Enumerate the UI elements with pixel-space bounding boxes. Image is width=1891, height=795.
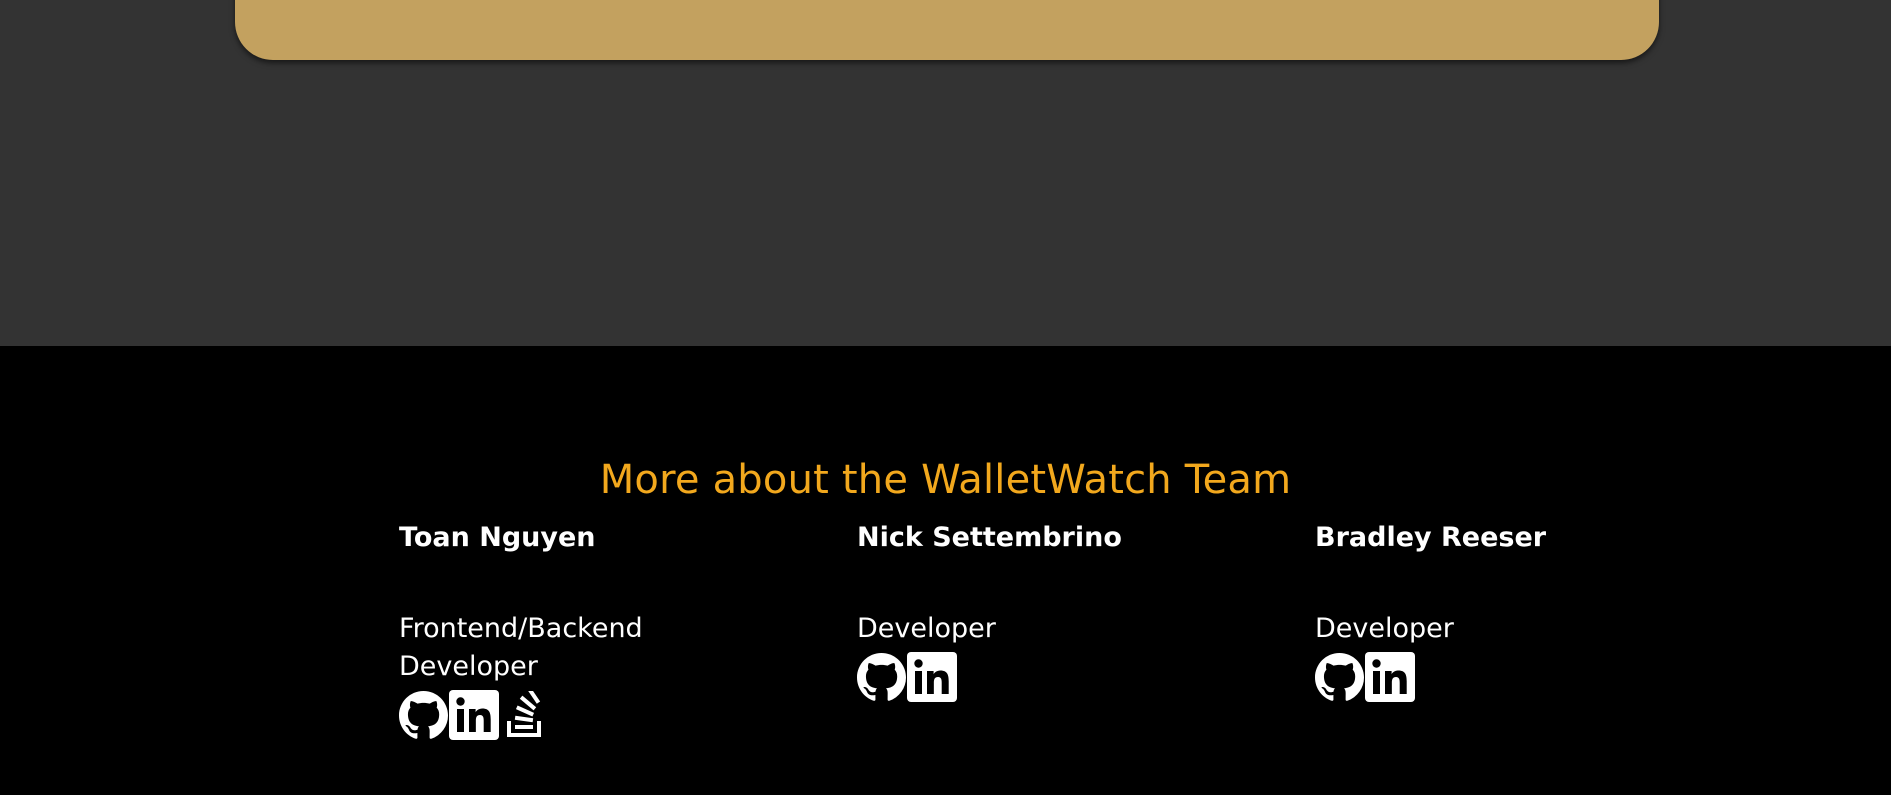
- github-icon[interactable]: [399, 690, 448, 740]
- member-role: Frontend/Backend Developer: [399, 613, 643, 682]
- team-member-card: Nick Settembrino Developer: [857, 521, 1157, 702]
- footer-title: More about the WalletWatch Team: [599, 457, 1292, 503]
- team-member-card: Bradley Reeser Developer: [1315, 521, 1615, 702]
- linkedin-icon[interactable]: [1365, 652, 1415, 702]
- gold-card: [235, 0, 1659, 60]
- member-social-links: [399, 690, 699, 740]
- github-icon[interactable]: [857, 652, 906, 702]
- linkedin-icon[interactable]: [449, 690, 499, 740]
- main-section: [0, 0, 1891, 346]
- team-member-card: Toan Nguyen Frontend/Backend Developer: [399, 521, 699, 740]
- team-footer: More about the WalletWatch Team Toan Ngu…: [0, 346, 1891, 795]
- linkedin-icon[interactable]: [907, 652, 957, 702]
- member-name: Bradley Reeser: [1315, 522, 1547, 553]
- member-social-links: [1315, 652, 1615, 702]
- member-name: Toan Nguyen: [399, 522, 596, 553]
- stackoverflow-icon[interactable]: [503, 690, 547, 740]
- member-name: Nick Settembrino: [857, 522, 1122, 553]
- github-icon[interactable]: [1315, 652, 1364, 702]
- member-role: Developer: [857, 613, 996, 644]
- member-social-links: [857, 652, 1157, 702]
- member-role: Developer: [1315, 613, 1454, 644]
